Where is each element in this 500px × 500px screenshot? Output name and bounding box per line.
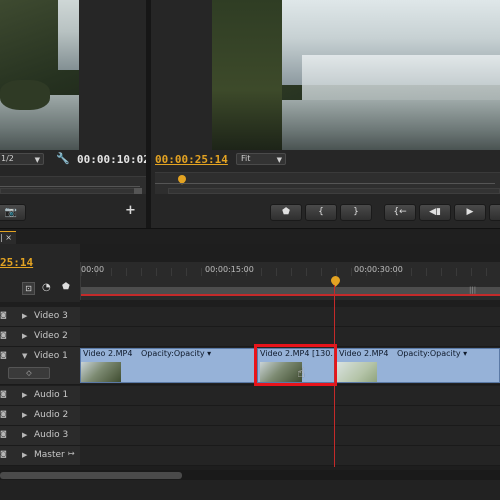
program-fit-dropdown[interactable]: Fit ▼ (236, 153, 286, 165)
step-back-button[interactable]: ◀▮ (419, 204, 451, 221)
chevron-down-icon: ▼ (34, 156, 40, 164)
track-label: Video 2 (34, 331, 68, 341)
track-header-master[interactable]: ◙ ▶ Master ↦ (0, 446, 80, 466)
clip-effect-label: Opacity:Opacity (140, 349, 205, 358)
clip-video-1-a[interactable]: Video 2.MP4 Opacity:Opacity ▾ (80, 348, 257, 383)
clip-video-1-c[interactable]: Video 2.MP4 Opacity:Opacity ▾ (336, 348, 500, 383)
marker-icon[interactable]: ⬟ (62, 282, 70, 292)
mark-out-button[interactable]: } (340, 204, 372, 221)
chevron-down-icon: ▼ (276, 156, 282, 164)
timeline-scrollbar-handle[interactable] (0, 472, 182, 479)
track-label: Audio 2 (34, 410, 69, 420)
step-forward-button[interactable] (489, 204, 500, 221)
master-link-icon[interactable]: ↦ (68, 449, 75, 458)
track-label: Audio 3 (34, 430, 69, 440)
expand-triangle-icon[interactable]: ▶ (22, 312, 27, 320)
snap-icon[interactable]: ⊡ (22, 282, 35, 295)
track-header-audio-2[interactable]: ◙ ▶ Audio 2 (0, 406, 80, 426)
keyframe-toggle-button[interactable]: ◇ (8, 367, 50, 379)
chevron-down-icon[interactable]: ▾ (461, 349, 467, 358)
timeline-tab[interactable]: | × (0, 231, 16, 245)
track-header-audio-1[interactable]: ◙ ▶ Audio 1 (0, 386, 80, 406)
program-video-frame (212, 0, 500, 150)
mouse-cursor-icon: ☝ (297, 366, 305, 381)
collapse-triangle-icon[interactable]: ▼ (22, 352, 27, 360)
track-lane-audio-3[interactable] (80, 426, 500, 446)
clip-thumbnail (337, 362, 377, 382)
track-header-audio-3[interactable]: ◙ ▶ Audio 3 (0, 426, 80, 446)
wrench-icon[interactable]: 🔧 (56, 152, 70, 165)
expand-triangle-icon[interactable]: ▶ (22, 451, 27, 459)
track-label: Video 1 (34, 351, 68, 361)
ruler-label-1: 00:00:15:00 (205, 265, 254, 274)
source-video-frame (0, 0, 79, 150)
program-scrollbar[interactable] (168, 188, 500, 194)
source-timecode: 00:00:10:02 (77, 153, 150, 166)
source-zoom-value: 1/2 (1, 154, 14, 163)
clip-effect-label: Opacity:Opacity (396, 349, 461, 358)
source-scrollbar-handle[interactable] (134, 188, 142, 194)
timeline-header-area (0, 244, 80, 302)
source-zoom-dropdown[interactable]: 1/2 ▼ (0, 153, 44, 165)
go-to-in-button[interactable]: {← (384, 204, 416, 221)
expand-triangle-icon[interactable]: ▶ (22, 391, 27, 399)
track-label: Video 3 (34, 311, 68, 321)
selected-clip-highlight (254, 344, 337, 386)
expand-triangle-icon[interactable]: ▶ (22, 411, 27, 419)
track-lane-audio-1[interactable] (80, 386, 500, 406)
track-lane-master[interactable] (80, 446, 500, 466)
add-marker-button[interactable]: ⬟ (270, 204, 302, 221)
program-timecode[interactable]: 00:00:25:14 (155, 153, 228, 166)
timeline-panel-tabbar: | × (0, 228, 500, 245)
source-scrollbar[interactable] (0, 188, 142, 194)
clip-name: Video 2.MP4 (83, 349, 133, 358)
chevron-down-icon[interactable]: ▾ (205, 349, 211, 358)
work-area-bar[interactable]: ||| (81, 286, 500, 296)
timeline-ruler[interactable]: 00:00 00:00:15:00 00:00:30:00 ||| (80, 262, 500, 300)
timeline-scrollbar[interactable] (0, 470, 500, 480)
timeline-timecode[interactable]: 25:14 (0, 256, 33, 269)
track-lane-audio-2[interactable] (80, 406, 500, 426)
timeline-footer (0, 480, 500, 500)
track-header-video-1[interactable]: ◙ ▼ Video 1 ◇ (0, 347, 80, 385)
clip-name: Video 2.MP4 (339, 349, 389, 358)
camera-icon[interactable]: 📷 (0, 204, 26, 221)
expand-triangle-icon[interactable]: ▶ (22, 431, 27, 439)
track-header-video-3[interactable]: ◙ ▶ Video 3 (0, 307, 80, 327)
fit-value: Fit (241, 154, 251, 163)
mark-in-button[interactable]: { (305, 204, 337, 221)
timeline-playhead-line[interactable] (334, 285, 335, 467)
track-header-video-2[interactable]: ◙ ▶ Video 2 (0, 327, 80, 347)
clip-header: Video 2.MP4 Opacity:Opacity ▾ (337, 349, 499, 360)
ruler-label-2: 00:00:30:00 (354, 265, 403, 274)
play-button[interactable]: ▶ (454, 204, 486, 221)
clip-thumbnail (81, 362, 121, 382)
expand-triangle-icon[interactable]: ▶ (22, 332, 27, 340)
track-lane-video-3[interactable] (80, 307, 500, 327)
clip-header: Video 2.MP4 Opacity:Opacity ▾ (81, 349, 256, 360)
plus-icon[interactable]: + (125, 204, 137, 218)
ruler-label-0: 00:00 (81, 265, 105, 274)
timeline-playhead-marker[interactable] (329, 274, 342, 287)
track-label: Audio 1 (34, 390, 69, 400)
lightbulb-icon[interactable]: ◔ (42, 282, 51, 293)
track-label: Master (34, 450, 65, 460)
